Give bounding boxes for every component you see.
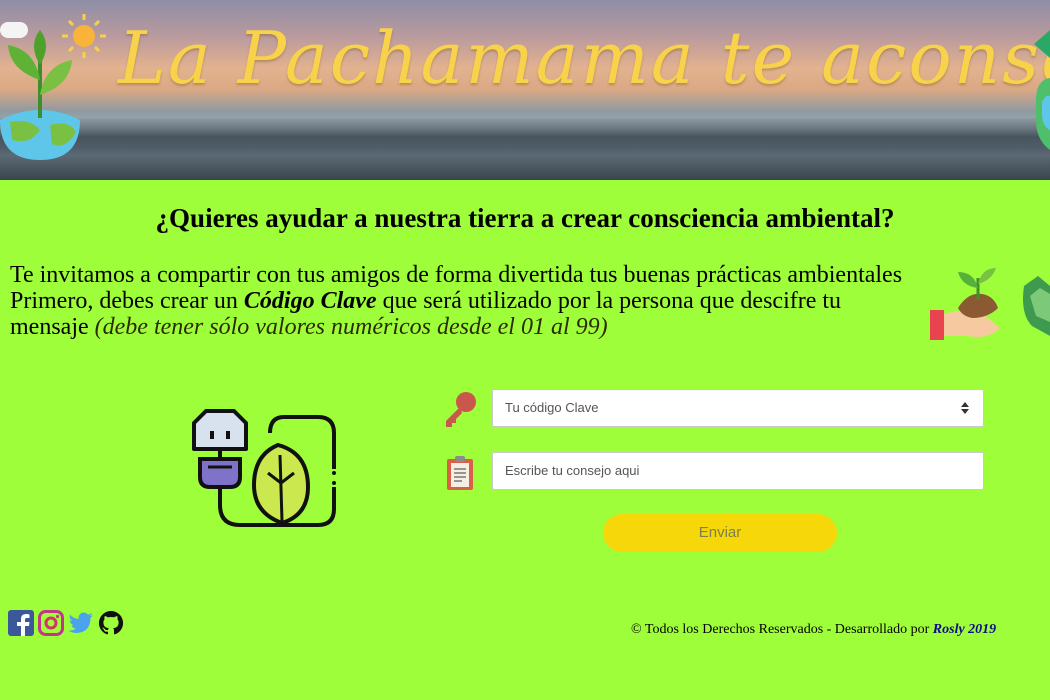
code-input[interactable]: Tu código Clave xyxy=(492,389,984,427)
code-key-emphasis: Código Clave xyxy=(243,288,377,314)
footer-text: © Todos los Derechos Reservados - Desarr… xyxy=(631,622,933,637)
github-icon[interactable] xyxy=(98,610,124,636)
header-banner: La Pachamama te aconseja xyxy=(0,0,1050,180)
banner-sea xyxy=(0,118,1050,180)
footer-credits: © Todos los Derechos Reservados - Desarr… xyxy=(631,622,996,638)
clipboard-icon xyxy=(447,456,473,490)
recycle-globe-icon xyxy=(1034,30,1050,150)
intro-paragraph: Te invitamos a compartir con tus amigos … xyxy=(10,262,910,340)
intro-note: (debe tener sólo valores numéricos desde… xyxy=(94,314,608,340)
number-spinner-icon[interactable] xyxy=(961,402,969,414)
tip-placeholder: Escribe tu consejo aqui xyxy=(505,463,640,478)
key-icon xyxy=(446,392,476,427)
hand-plant-icon xyxy=(930,268,1050,340)
eco-plug-icon xyxy=(192,409,337,527)
code-placeholder: Tu código Clave xyxy=(505,400,599,415)
page-heading: ¿Quieres ayudar a nuestra tierra a crear… xyxy=(155,203,895,233)
send-button[interactable]: Enviar xyxy=(603,514,837,552)
instagram-icon[interactable] xyxy=(38,610,64,636)
author-link[interactable]: Rosly 2019 xyxy=(933,622,996,637)
tip-input[interactable]: Escribe tu consejo aqui xyxy=(492,452,984,490)
earth-plant-icon xyxy=(0,14,106,160)
twitter-icon[interactable] xyxy=(68,610,94,636)
social-links xyxy=(8,610,124,636)
banner-title: La Pachamama te aconseja xyxy=(118,16,1050,100)
facebook-icon[interactable] xyxy=(8,610,34,636)
